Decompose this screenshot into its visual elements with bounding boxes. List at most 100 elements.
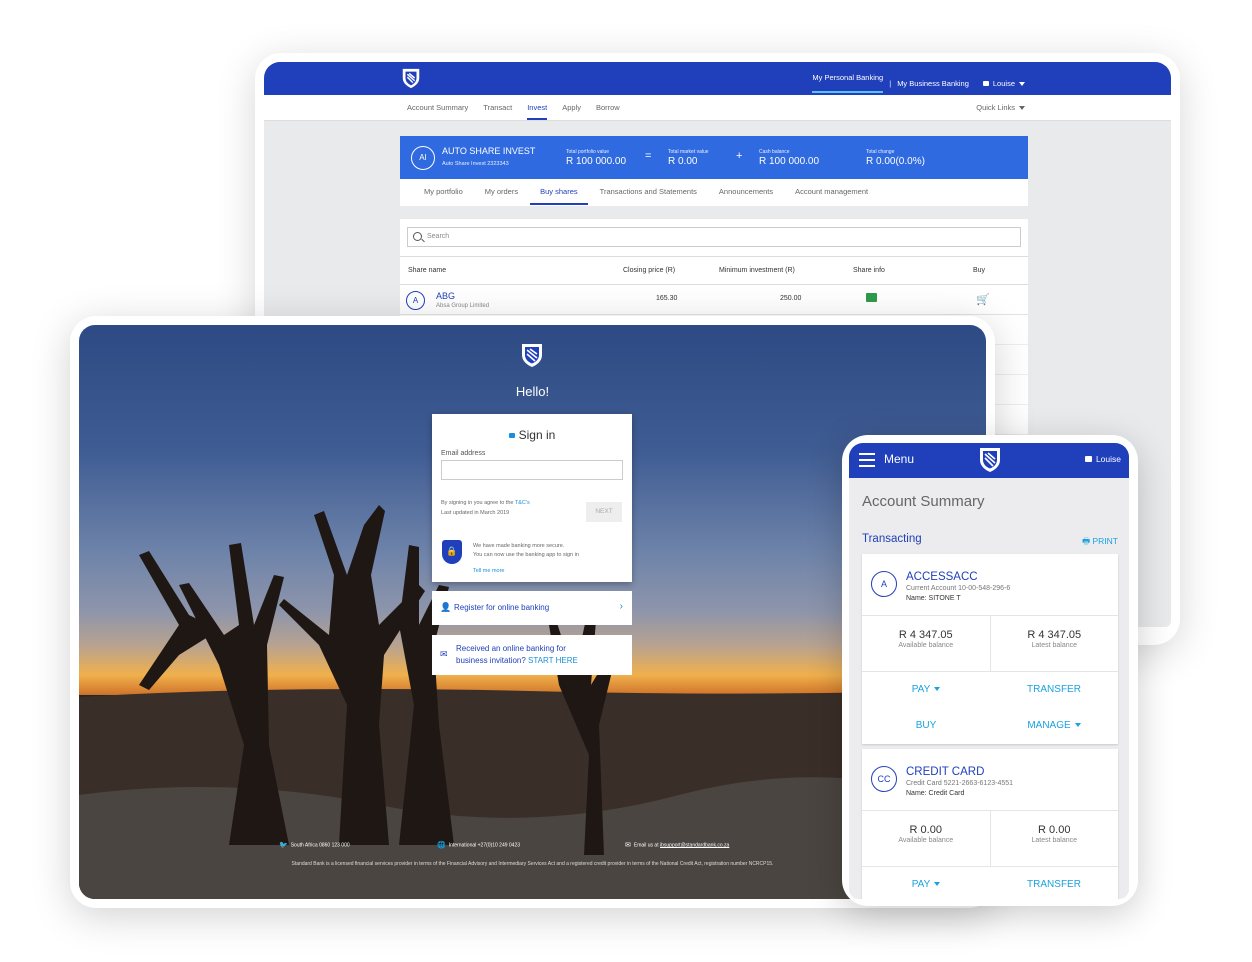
standard-bank-logo-icon <box>522 344 542 367</box>
mobile-screen: Menu Louise Account Summary Transacting … <box>849 443 1129 899</box>
terms-text: By signing in you agree to the T&C's Las… <box>441 498 530 518</box>
cart-icon[interactable]: 🛒 <box>976 293 990 306</box>
twitter-icon: 🐦 <box>279 842 288 849</box>
pay-button[interactable]: PAY <box>862 672 990 708</box>
account-card-header: CC CREDIT CARD Credit Card 5221-2663-612… <box>862 749 1118 811</box>
account-avatar: AI <box>411 146 435 170</box>
menu-label[interactable]: Menu <box>884 452 914 466</box>
chevron-down-icon <box>1019 81 1025 86</box>
latest-balance: R 0.00 Latest balance <box>989 811 1119 866</box>
account-card-header: A ACCESSACC Current Account 10-00-548-29… <box>862 554 1118 616</box>
latest-balance: R 4 347.05 Latest balance <box>989 616 1119 671</box>
hamburger-menu-icon[interactable] <box>859 453 875 467</box>
closing-price: 165.30 <box>656 295 678 302</box>
transfer-button[interactable]: TRANSFER <box>990 672 1118 708</box>
menu-borrow[interactable]: Borrow <box>596 103 620 120</box>
account-name[interactable]: CREDIT CARD <box>906 766 984 778</box>
security-line-2: You can now use the banking app to sign … <box>473 552 579 558</box>
footer-phone-sa-text: South Africa 0860 123 000 <box>290 842 350 849</box>
manage-button[interactable]: MANAGE <box>990 708 1118 744</box>
envelope-icon: ✉ <box>625 842 631 849</box>
search-placeholder: Search <box>427 233 450 240</box>
quick-links-dropdown[interactable]: Quick Links <box>976 103 1025 112</box>
sign-in-title: Sign in <box>432 428 632 442</box>
menu-invest[interactable]: Invest <box>527 103 548 120</box>
account-number: Credit Card 5221-2663-6123-4551 <box>906 780 1014 787</box>
total-change-label: Total change <box>866 149 895 155</box>
tab-announcements[interactable]: Announcements <box>719 187 773 205</box>
page-title: Account Summary <box>862 493 985 510</box>
menu-apply[interactable]: Apply <box>562 103 581 120</box>
envelope-icon: ✉ <box>440 649 448 659</box>
share-info-icon[interactable] <box>866 293 877 302</box>
transfer-button[interactable]: TRANSFER <box>990 867 1118 899</box>
latest-balance-amount: R 4 347.05 <box>1027 629 1082 641</box>
nav-personal-banking[interactable]: My Personal Banking <box>812 73 884 93</box>
available-balance-label: Available balance <box>898 837 954 844</box>
tab-my-orders[interactable]: My orders <box>485 187 518 205</box>
menu-account-summary[interactable]: Account Summary <box>407 103 468 120</box>
account-card[interactable]: CC CREDIT CARD Credit Card 5221-2663-612… <box>862 749 1118 899</box>
register-online-banking-button[interactable]: 👤 Register for online banking › <box>432 591 632 625</box>
pay-button[interactable]: PAY <box>862 867 990 899</box>
tab-buy-shares[interactable]: Buy shares <box>530 187 588 205</box>
quick-links-label: Quick Links <box>976 103 1015 112</box>
search-icon <box>413 232 422 241</box>
col-buy: Buy <box>973 267 986 274</box>
account-name[interactable]: ACCESSACC <box>906 571 978 583</box>
col-share-name[interactable]: Share name <box>408 267 446 274</box>
share-full-name: Absa Group Limited <box>436 303 490 309</box>
market-value-label: Total market value <box>668 149 709 155</box>
tab-my-portfolio[interactable]: My portfolio <box>424 187 463 205</box>
latest-balance-label: Latest balance <box>1031 642 1078 649</box>
register-label: Register for online banking <box>454 603 550 612</box>
chevron-right-icon: › <box>619 601 623 612</box>
nav-business-banking[interactable]: My Business Banking <box>897 79 969 88</box>
desktop-top-nav: My Personal Banking | My Business Bankin… <box>812 73 1025 93</box>
standard-bank-logo-icon[interactable] <box>400 67 422 89</box>
mobile-top-bar: Menu Louise <box>849 443 1129 478</box>
invest-tabs: My portfolio My orders Buy shares Transa… <box>400 179 1028 206</box>
business-invitation-card[interactable]: ✉ Received an online banking for busines… <box>432 635 632 675</box>
portfolio-value-label: Total portfolio value <box>566 149 610 155</box>
account-number: Auto Share Invest 2323343 <box>442 161 509 167</box>
shield-lock-icon: 🔒 <box>442 540 462 564</box>
footer-phone-sa: 🐦 South Africa 0860 123 000 <box>279 841 350 849</box>
tell-me-more-link[interactable]: Tell me more <box>473 568 504 574</box>
latest-balance-amount: R 0.00 <box>1038 824 1071 836</box>
search-input[interactable]: Search <box>407 227 1021 247</box>
start-here-link[interactable]: START HERE <box>528 656 578 665</box>
footer-email: ✉ Email us at ibsupport@standardbank.co.z… <box>625 841 729 849</box>
cash-balance-label: Cash balance <box>759 149 790 155</box>
chevron-down-icon <box>1019 106 1025 111</box>
share-code[interactable]: ABG <box>436 291 455 301</box>
tab-transactions-statements[interactable]: Transactions and Statements <box>600 187 697 205</box>
desktop-main-menu: Account Summary Transact Invest Apply Bo… <box>264 95 1171 121</box>
terms-updated: Last updated in March 2019 <box>441 510 510 516</box>
next-button[interactable]: NEXT <box>586 502 622 522</box>
col-minimum-investment[interactable]: Minimum investment (R) <box>719 267 795 274</box>
col-closing-price[interactable]: Closing price (R) <box>623 267 675 274</box>
terms-link[interactable]: T&C's <box>515 500 530 506</box>
account-header: AI AUTO SHARE INVEST Auto Share Invest 2… <box>400 136 1028 179</box>
footer-phone-intl-text: International +27(0)10 249 0423 <box>448 842 521 849</box>
invitation-text: Received an online banking for business … <box>456 643 578 667</box>
user-menu[interactable]: Louise <box>1084 454 1121 464</box>
printer-icon: 🖶 <box>1082 536 1091 546</box>
buy-button[interactable]: BUY <box>862 708 990 744</box>
footer-email-link[interactable]: ibsupport@standardbank.co.za <box>660 842 729 848</box>
footer-email-prefix: Email us at <box>633 842 660 849</box>
table-row[interactable]: A ABG Absa Group Limited 165.30 250.00 🛒 <box>400 285 1028 315</box>
equals-sign: = <box>645 150 652 162</box>
account-card[interactable]: A ACCESSACC Current Account 10-00-548-29… <box>862 554 1118 744</box>
user-menu[interactable]: Louise <box>982 79 1025 88</box>
standard-bank-logo-icon <box>980 448 1000 472</box>
email-field[interactable] <box>441 460 623 480</box>
menu-transact[interactable]: Transact <box>483 103 512 120</box>
lock-icon <box>982 81 989 87</box>
pay-label: PAY <box>911 684 931 695</box>
marketing-composite: My Personal Banking | My Business Bankin… <box>0 0 1252 962</box>
tab-account-management[interactable]: Account management <box>795 187 868 205</box>
print-button[interactable]: 🖶 PRINT <box>1082 536 1118 550</box>
available-balance: R 0.00 Available balance <box>862 811 990 866</box>
